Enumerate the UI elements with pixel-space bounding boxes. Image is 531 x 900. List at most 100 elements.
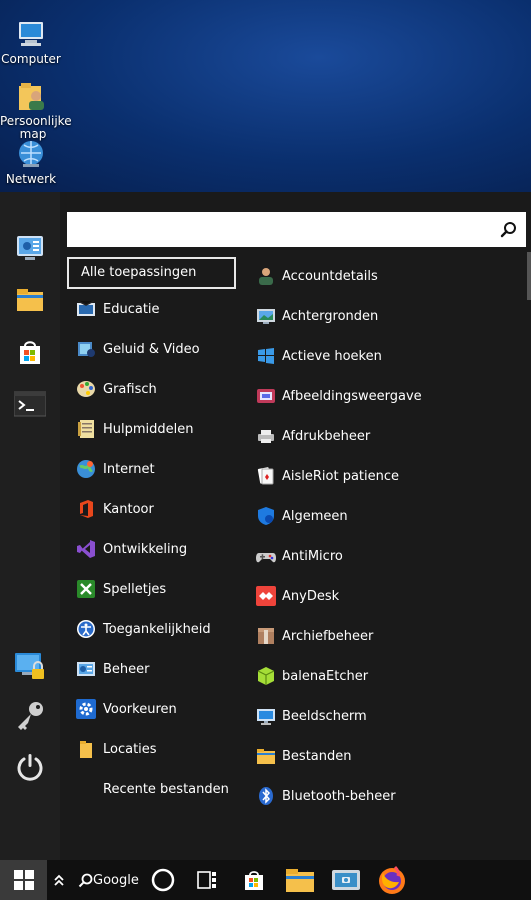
start-button[interactable] xyxy=(0,860,47,900)
windows-logo-icon xyxy=(13,870,34,890)
development-icon xyxy=(75,538,97,560)
wallpaper-icon xyxy=(255,305,277,327)
category-label: Internet xyxy=(103,461,155,477)
display-icon xyxy=(255,705,277,727)
printer-icon xyxy=(255,425,277,447)
places-icon xyxy=(75,738,97,760)
search-bar[interactable] xyxy=(67,212,526,247)
screenshot-taskbar-icon[interactable] xyxy=(329,860,363,900)
firefox-icon[interactable] xyxy=(375,860,409,900)
category-label: Hulpmiddelen xyxy=(103,421,194,437)
app-label: Afdrukbeheer xyxy=(282,428,371,444)
app-item[interactable]: Accountdetails xyxy=(255,262,378,290)
app-label: Accountdetails xyxy=(282,268,378,284)
category-item[interactable]: Recente bestanden xyxy=(75,775,229,803)
category-label: Geluid & Video xyxy=(103,341,200,357)
games-icon xyxy=(75,578,97,600)
education-icon xyxy=(75,298,97,320)
app-item[interactable]: Bluetooth-beheer xyxy=(255,782,396,810)
blank-icon xyxy=(75,778,97,800)
file-manager-icon[interactable] xyxy=(10,280,50,320)
graphics-icon xyxy=(75,378,97,400)
google-label: Google xyxy=(93,872,139,888)
store-taskbar-icon[interactable] xyxy=(240,860,268,900)
app-item[interactable]: Achtergronden xyxy=(255,302,378,330)
files-icon xyxy=(255,745,277,767)
network-icon xyxy=(15,138,47,170)
accessibility-icon xyxy=(75,618,97,640)
app-item[interactable]: Afbeeldingsweergave xyxy=(255,382,422,410)
app-label: AisleRiot patience xyxy=(282,468,400,484)
scrollbar[interactable] xyxy=(527,252,531,300)
task-view-icon[interactable] xyxy=(193,860,221,900)
category-item[interactable]: Kantoor xyxy=(75,495,154,523)
key-icon[interactable] xyxy=(10,696,50,736)
app-item[interactable]: AisleRiot patience xyxy=(255,462,399,490)
google-search-button[interactable]: Google xyxy=(78,860,139,900)
app-label: Bluetooth-beheer xyxy=(282,788,396,804)
category-item[interactable]: Hulpmiddelen xyxy=(75,415,194,443)
app-item[interactable]: Bestanden xyxy=(255,742,351,770)
lock-screen-icon[interactable] xyxy=(10,646,50,686)
app-item[interactable]: AnyDesk xyxy=(255,582,339,610)
app-label: AntiMicro xyxy=(282,548,343,564)
category-item[interactable]: Voorkeuren xyxy=(75,695,177,723)
desktop-icon-home[interactable]: Persoonlijke map xyxy=(0,80,72,141)
gamepad-icon xyxy=(255,545,277,567)
administration-icon xyxy=(75,658,97,680)
app-item[interactable]: Actieve hoeken xyxy=(255,342,382,370)
computer-icon xyxy=(15,18,47,50)
control-panel-icon[interactable] xyxy=(10,228,50,268)
all-applications-button[interactable]: Alle toepassingen xyxy=(67,257,236,289)
category-item[interactable]: Educatie xyxy=(75,295,160,323)
category-item[interactable]: Internet xyxy=(75,455,155,483)
app-item[interactable]: Afdrukbeheer xyxy=(255,422,370,450)
archive-icon xyxy=(255,625,277,647)
cortana-icon[interactable] xyxy=(148,860,178,900)
desktop-icon-network[interactable]: Netwerk xyxy=(0,138,62,186)
app-label: Actieve hoeken xyxy=(282,348,382,364)
app-item[interactable]: balenaEtcher xyxy=(255,662,368,690)
category-item[interactable]: Spelletjes xyxy=(75,575,166,603)
app-label: Algemeen xyxy=(282,508,348,524)
app-item[interactable]: AntiMicro xyxy=(255,542,343,570)
cards-icon xyxy=(255,465,277,487)
category-item[interactable]: Grafisch xyxy=(75,375,157,403)
category-item[interactable]: Geluid & Video xyxy=(75,335,200,363)
anydesk-icon xyxy=(255,585,277,607)
hot-corners-icon xyxy=(255,345,277,367)
category-label: Educatie xyxy=(103,301,160,317)
desktop-background xyxy=(0,0,531,192)
search-input[interactable] xyxy=(67,212,487,247)
terminal-icon[interactable] xyxy=(10,384,50,424)
home-folder-icon xyxy=(15,80,47,112)
desktop-icon-label: Netwerk xyxy=(5,172,57,186)
start-menu: Alle toepassingen Educatie Geluid & Video… xyxy=(0,192,531,860)
category-label: Recente bestanden xyxy=(103,781,229,797)
general-settings-icon xyxy=(255,505,277,527)
app-item[interactable]: Archiefbeheer xyxy=(255,622,373,650)
app-label: balenaEtcher xyxy=(282,668,369,684)
desktop-icon-computer[interactable]: Computer xyxy=(0,18,62,66)
app-label: Bestanden xyxy=(282,748,352,764)
category-label: Voorkeuren xyxy=(103,701,177,717)
accessories-icon xyxy=(75,418,97,440)
chevron-up-icon[interactable] xyxy=(50,860,68,900)
category-item[interactable]: Ontwikkeling xyxy=(75,535,187,563)
search-icon[interactable] xyxy=(500,221,518,239)
preferences-icon xyxy=(75,698,97,720)
app-item[interactable]: Beeldscherm xyxy=(255,702,367,730)
office-icon xyxy=(75,498,97,520)
app-item[interactable]: Algemeen xyxy=(255,502,348,530)
category-item[interactable]: Beheer xyxy=(75,655,150,683)
software-store-icon[interactable] xyxy=(10,332,50,372)
taskbar: Google xyxy=(0,860,531,900)
folder-taskbar-icon[interactable] xyxy=(283,860,317,900)
category-item[interactable]: Toegankelijkheid xyxy=(75,615,211,643)
image-viewer-icon xyxy=(255,385,277,407)
app-label: Beeldscherm xyxy=(282,708,367,724)
etcher-icon xyxy=(255,665,277,687)
category-label: Ontwikkeling xyxy=(103,541,188,557)
power-icon[interactable] xyxy=(10,748,50,788)
category-item[interactable]: Locaties xyxy=(75,735,157,763)
